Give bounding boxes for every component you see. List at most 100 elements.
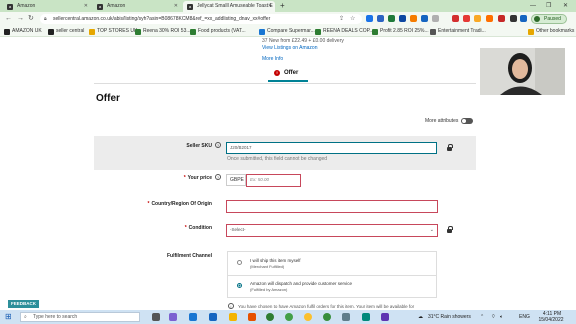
tab-title: Jellycat Smalll Amuseable Toast E xyxy=(197,3,273,9)
forward-icon[interactable]: → xyxy=(17,14,24,24)
chrome-icon[interactable] xyxy=(285,313,293,321)
option-subtitle: (Fulfilled by Amazon) xyxy=(250,287,288,292)
merchant-fulfilled-radio[interactable] xyxy=(237,260,242,265)
folder-icon xyxy=(528,29,534,35)
windows-taskbar: ⊞ ⌕ Type here to search ☁︎ 31°C Rain sho… xyxy=(0,310,576,324)
task-view-icon[interactable] xyxy=(152,313,160,321)
option-title: Amazon will dispatch and provide custome… xyxy=(250,281,353,286)
help-icon[interactable]: ? xyxy=(215,142,221,148)
sheets-icon xyxy=(315,29,321,35)
browser-tab-bar: a Amazon ✕ a Amazon ✕ a Jellycat Smalll … xyxy=(0,0,576,12)
price-input[interactable]: Ex: 50.00 xyxy=(246,174,301,187)
tab-amazon-1[interactable]: a Amazon ✕ xyxy=(3,1,91,12)
extension-icon[interactable] xyxy=(474,15,481,22)
tab-amazon-2[interactable]: a Amazon ✕ xyxy=(93,1,181,12)
bookmark-item[interactable]: Profit 2.85 ROI 25%... xyxy=(372,26,429,37)
tab-offer[interactable]: ! Offer xyxy=(268,68,308,82)
tab-label: Offer xyxy=(284,70,299,76)
network-icon[interactable]: ⌔ xyxy=(491,314,496,320)
language-indicator[interactable]: ENG xyxy=(519,314,530,320)
error-badge-icon: ! xyxy=(274,70,280,76)
country-origin-input[interactable] xyxy=(226,200,438,213)
more-info-link[interactable]: More Info xyxy=(262,56,283,62)
clock-date[interactable]: 15/04/2022 xyxy=(532,317,570,323)
other-bookmarks[interactable]: Other bookmarks xyxy=(528,26,574,37)
bookmark-item[interactable]: Reena 30% ROI 53... xyxy=(135,26,191,37)
extension-b-icon[interactable] xyxy=(366,15,373,22)
extension-icon[interactable] xyxy=(463,15,470,22)
label-text: Country/Region Of Origin xyxy=(151,201,212,207)
close-window-icon[interactable]: ✕ xyxy=(563,0,568,12)
extension-icon[interactable] xyxy=(498,15,505,22)
app-icon[interactable] xyxy=(362,313,370,321)
extension-icon[interactable] xyxy=(377,15,384,22)
weather-text[interactable]: 31°C Rain showers xyxy=(428,314,471,320)
chevron-down-icon: ⌄ xyxy=(429,227,434,233)
more-attributes-toggle[interactable] xyxy=(461,118,473,124)
view-listings-link[interactable]: View Listings on Amazon xyxy=(262,45,318,51)
bookmark-item[interactable]: REENA DEALS COP... xyxy=(315,26,373,37)
bookmark-label: Entertainment Tradi... xyxy=(438,28,486,34)
merchant-fulfilled-option: I will ship this item myself (Merchant F… xyxy=(250,258,301,270)
minimize-icon[interactable]: — xyxy=(530,0,536,12)
extension-icon[interactable] xyxy=(452,15,459,22)
extension-icon[interactable] xyxy=(432,15,439,22)
bookmark-star-icon[interactable]: ☆ xyxy=(350,14,355,24)
bookmark-item[interactable]: seller central xyxy=(48,26,84,37)
app-icon[interactable] xyxy=(266,313,274,321)
fba-radio[interactable] xyxy=(237,283,242,288)
label-text: Condition xyxy=(188,225,212,231)
seller-sku-input[interactable]: J20/B2017 xyxy=(226,142,437,154)
back-icon[interactable]: ← xyxy=(5,14,12,24)
widgets-icon[interactable] xyxy=(169,313,177,321)
toggle-knob xyxy=(462,119,466,123)
close-tab-icon[interactable]: ✕ xyxy=(84,1,88,12)
tab-title: Amazon xyxy=(107,3,126,9)
bookmark-item[interactable]: Entertainment Tradi... xyxy=(430,26,486,37)
extension-icon[interactable] xyxy=(410,15,417,22)
bookmarks-bar: AMAZON UK seller central TOP STORES UK R… xyxy=(0,26,576,37)
windows-start-icon[interactable]: ⊞ xyxy=(5,313,12,321)
condition-select[interactable]: -Select- ⌄ xyxy=(226,224,438,237)
app-icon[interactable] xyxy=(189,313,197,321)
amazon-favicon-icon: a xyxy=(97,4,103,10)
close-tab-icon[interactable]: ✕ xyxy=(174,1,178,12)
chrome-icon[interactable] xyxy=(304,313,312,321)
lock-icon: 🔒︎ xyxy=(44,16,47,22)
extensions-puzzle-icon[interactable] xyxy=(510,15,517,22)
new-tab-button[interactable]: + xyxy=(280,0,285,12)
volume-icon[interactable]: 🔈︎ xyxy=(500,314,503,320)
app-icon[interactable] xyxy=(248,313,256,321)
bookmark-item[interactable]: AMAZON UK xyxy=(4,26,42,37)
bookmark-item[interactable]: TOP STORES UK xyxy=(89,26,137,37)
app-icon[interactable] xyxy=(381,313,389,321)
bookmark-item[interactable]: Compare Supermar... xyxy=(259,26,315,37)
profile-label: Paused xyxy=(544,16,561,22)
extension-icon[interactable] xyxy=(520,15,527,22)
seller-sku-hint: Once submitted, this field cannot be cha… xyxy=(227,156,328,162)
share-icon[interactable]: ⇪ xyxy=(339,14,344,24)
bookmark-label: seller central xyxy=(56,28,85,34)
bookmark-item[interactable]: Food products (VAT... xyxy=(190,26,246,37)
mail-icon[interactable] xyxy=(209,313,217,321)
reload-icon[interactable]: ↻ xyxy=(28,14,34,24)
address-bar[interactable]: 🔒︎ sellercentral.amazon.co.uk/abis/listi… xyxy=(40,14,362,24)
extension-icon[interactable] xyxy=(388,15,395,22)
app-icon[interactable] xyxy=(342,313,350,321)
taskbar-search-input[interactable]: ⌕ Type here to search xyxy=(20,312,140,322)
help-icon[interactable]: ? xyxy=(215,174,221,180)
feedback-button[interactable]: FEEDBACK xyxy=(8,300,40,308)
chrome-icon[interactable] xyxy=(323,313,331,321)
profile-button[interactable]: Paused xyxy=(531,14,567,24)
extension-icon[interactable] xyxy=(399,15,406,22)
extension-icon[interactable] xyxy=(421,15,428,22)
tab-title: Amazon xyxy=(17,3,36,9)
file-explorer-icon[interactable] xyxy=(229,313,237,321)
extension-icon[interactable] xyxy=(486,15,493,22)
tray-arrow-icon[interactable]: ⌃ xyxy=(480,314,484,320)
restore-icon[interactable]: ❐ xyxy=(546,0,551,12)
tab-jellycat[interactable]: a Jellycat Smalll Amuseable Toast E ✕ xyxy=(183,1,275,12)
close-tab-icon[interactable]: ✕ xyxy=(268,1,272,12)
bookmark-label: REENA DEALS COP... xyxy=(323,28,374,34)
divider xyxy=(94,83,476,84)
